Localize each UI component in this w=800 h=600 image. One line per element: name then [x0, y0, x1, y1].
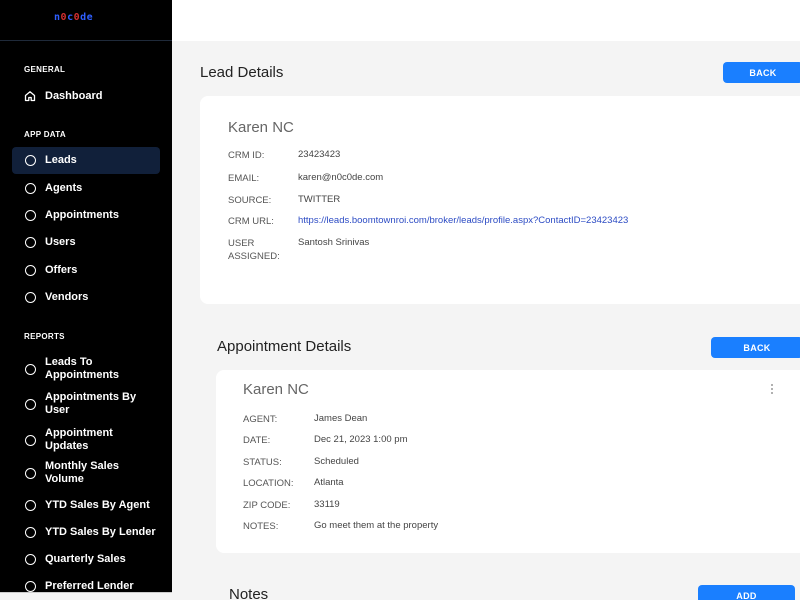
- sidebar-item-quarterly-sales[interactable]: Quarterly Sales: [12, 552, 160, 566]
- sidebar-item-appointments-by-user[interactable]: Appointments By User: [12, 391, 160, 417]
- field-value: 23423423: [298, 149, 341, 160]
- sidebar-item-appointments[interactable]: Appointments: [12, 208, 160, 222]
- sidebar-item-label: Quarterly Sales: [45, 552, 126, 565]
- sidebar-item-label: Appointment Updates: [45, 427, 113, 452]
- sidebar-item-agents[interactable]: Agents: [12, 181, 160, 195]
- field-label: LOCATION:: [243, 478, 294, 489]
- sidebar-item-label: Dashboard: [45, 89, 103, 102]
- circle-icon: [24, 398, 36, 410]
- circle-icon: [24, 291, 36, 303]
- lead-details-card: Karen NC CRM ID: 23423423 EMAIL: karen@n…: [200, 96, 800, 304]
- circle-icon: [24, 499, 36, 511]
- logo[interactable]: n0c0de: [54, 12, 93, 23]
- appointment-details-card: Karen NC AGENT: James Dean DATE: Dec 21,…: [216, 370, 800, 553]
- field-value: 33119: [314, 499, 340, 510]
- sidebar-item-preferred-lender[interactable]: Preferred Lender: [12, 579, 160, 592]
- sidebar-item-dashboard[interactable]: Dashboard: [12, 88, 160, 104]
- circle-icon: [24, 553, 36, 565]
- circle-icon: [24, 155, 36, 167]
- sidebar-item-label: Leads: [45, 154, 77, 166]
- field-value: Atlanta: [314, 477, 344, 488]
- circle-icon: [24, 264, 36, 276]
- home-icon: [24, 90, 36, 102]
- field-value: Dec 21, 2023 1:00 pm: [314, 434, 408, 445]
- logo-bar: n0c0de: [0, 0, 172, 41]
- field-label: USER ASSIGNED:: [228, 238, 280, 262]
- sidebar-bottom-edge: [0, 592, 172, 600]
- logo-part: de: [80, 12, 94, 23]
- field-value: James Dean: [314, 413, 368, 424]
- field-label: CRM ID:: [228, 150, 265, 161]
- lead-details-title: Lead Details: [200, 64, 284, 81]
- sidebar-item-leads-to-appointments[interactable]: Leads To Appointments: [12, 356, 160, 382]
- appointment-back-button[interactable]: BACK: [711, 337, 800, 358]
- kebab-icon[interactable]: [768, 383, 776, 395]
- field-label: STATUS:: [243, 457, 282, 468]
- field-label: ZIP CODE:: [243, 500, 291, 511]
- sidebar-item-label: Preferred Lender: [45, 579, 134, 592]
- lead-name: Karen NC: [228, 119, 294, 136]
- sidebar-item-label: Offers: [45, 263, 78, 276]
- crm-url-link[interactable]: https://leads.boomtownroi.com/broker/lea…: [298, 215, 628, 226]
- sidebar-item-appointment-updates[interactable]: Appointment Updates: [12, 427, 160, 453]
- circle-icon: [24, 526, 36, 538]
- field-value: TWITTER: [298, 194, 341, 205]
- field-label: DATE:: [243, 435, 271, 446]
- circle-icon: [24, 434, 36, 446]
- sidebar-item-label: Appointments By User: [45, 391, 137, 416]
- lead-back-button[interactable]: BACK: [723, 62, 800, 83]
- sidebar-item-label: Agents: [45, 181, 83, 194]
- notes-title: Notes: [229, 586, 269, 600]
- circle-icon: [24, 236, 36, 248]
- appointment-name: Karen NC: [243, 381, 309, 398]
- sidebar-item-monthly-sales-volume[interactable]: Monthly Sales Volume: [12, 460, 160, 486]
- appointment-details-title: Appointment Details: [217, 338, 352, 355]
- sidebar-item-users[interactable]: Users: [12, 235, 160, 249]
- field-value: Scheduled: [314, 456, 359, 467]
- field-label: AGENT:: [243, 414, 278, 425]
- circle-icon: [24, 467, 36, 479]
- circle-icon: [24, 209, 36, 221]
- circle-icon: [24, 182, 36, 194]
- field-label: SOURCE:: [228, 195, 272, 206]
- sidebar-item-leads[interactable]: Leads: [12, 147, 160, 174]
- sidebar-item-ytd-sales-by-lender[interactable]: YTD Sales By Lender: [12, 525, 160, 539]
- field-value: Go meet them at the property: [314, 520, 439, 531]
- circle-icon: [24, 580, 36, 592]
- sidebar-item-vendors[interactable]: Vendors: [12, 290, 160, 304]
- sidebar-item-label: YTD Sales By Lender: [45, 525, 156, 538]
- sidebar-item-label: Vendors: [45, 290, 89, 303]
- sidebar-item-label: Users: [45, 235, 76, 248]
- field-label: EMAIL:: [228, 173, 260, 184]
- sidebar-item-label: Leads To Appointments: [45, 356, 119, 381]
- top-header: [172, 0, 800, 41]
- sidebar-item-label: Appointments: [45, 208, 119, 221]
- field-value: karen@n0c0de.com: [298, 172, 384, 183]
- field-label: NOTES:: [243, 521, 279, 532]
- sidebar-item-label: Monthly Sales Volume: [45, 460, 119, 485]
- add-note-button[interactable]: ADD: [698, 585, 795, 600]
- sidebar-item-label: YTD Sales By Agent: [45, 498, 150, 511]
- sidebar: n0c0de GENERAL Dashboard APP DATA Leads …: [0, 0, 172, 592]
- sidebar-item-ytd-sales-by-agent[interactable]: YTD Sales By Agent: [12, 498, 160, 512]
- section-heading-general: GENERAL: [24, 65, 66, 74]
- circle-icon: [24, 363, 36, 375]
- sidebar-item-offers[interactable]: Offers: [12, 263, 160, 277]
- section-heading-reports: REPORTS: [24, 332, 65, 341]
- section-heading-app-data: APP DATA: [24, 130, 66, 139]
- field-value: Santosh Srinivas: [298, 237, 370, 248]
- field-label: CRM URL:: [228, 216, 274, 227]
